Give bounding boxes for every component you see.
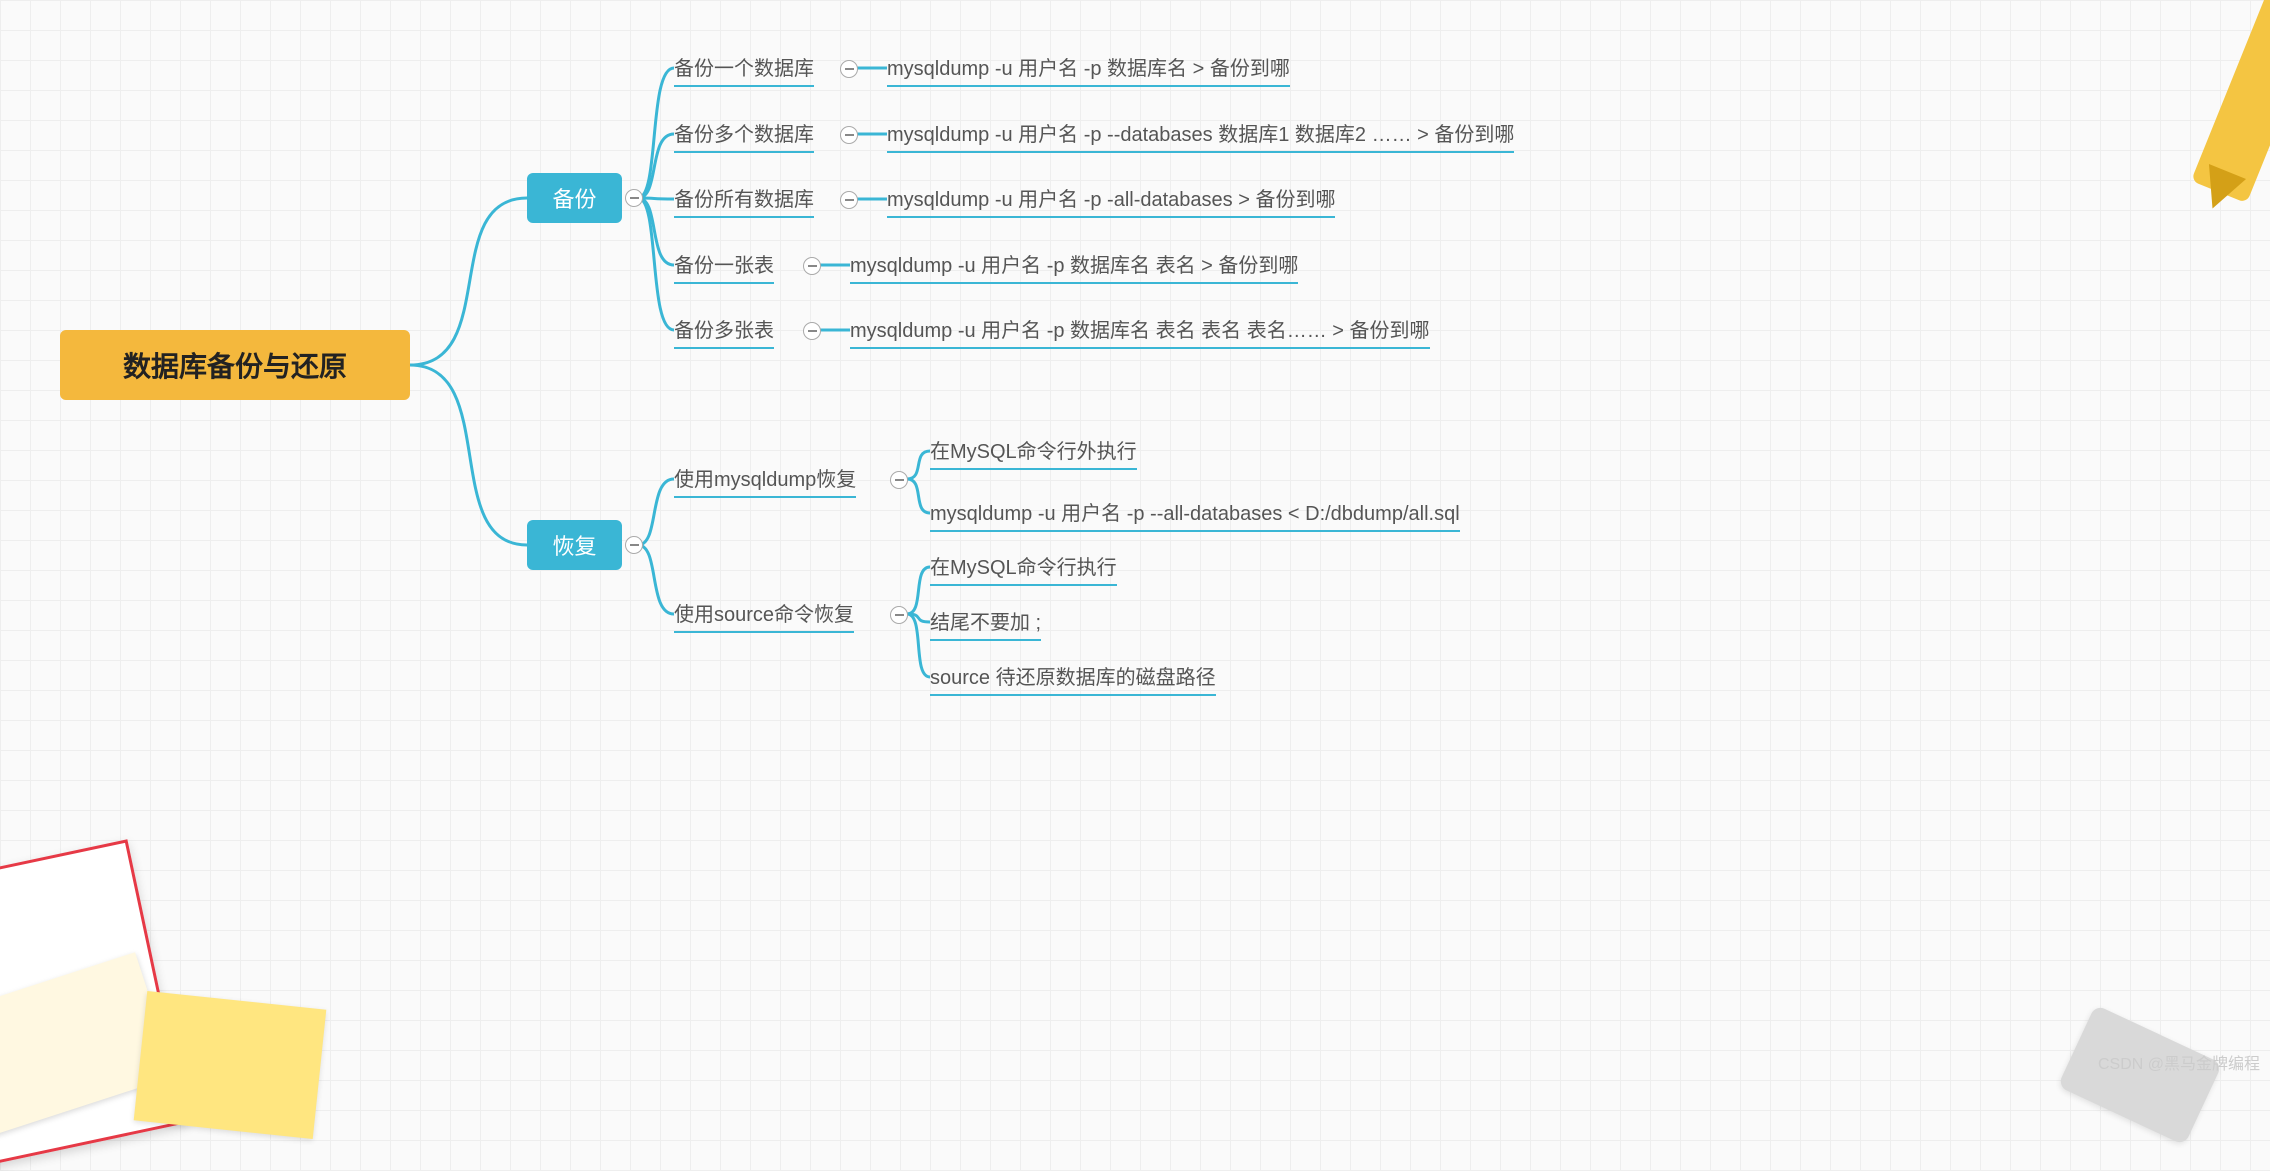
leaf-restore-mysqldump-sub1[interactable]: mysqldump -u 用户名 -p --all-databases < D:…	[930, 497, 1460, 532]
leaf-backup-all-db[interactable]: 备份所有数据库	[674, 183, 814, 218]
leaf-restore-source-sub1[interactable]: 结尾不要加 ;	[930, 606, 1041, 641]
collapse-toggle[interactable]	[803, 257, 821, 275]
collapse-toggle[interactable]	[840, 126, 858, 144]
decoration-eraser	[2058, 1005, 2223, 1146]
leaf-backup-all-db-cmd[interactable]: mysqldump -u 用户名 -p -all-databases > 备份到…	[887, 183, 1335, 218]
decoration-sticky-note-2	[134, 991, 327, 1139]
collapse-toggle[interactable]	[840, 60, 858, 78]
collapse-toggle[interactable]	[890, 606, 908, 624]
leaf-backup-multi-table[interactable]: 备份多张表	[674, 314, 774, 349]
leaf-backup-one-table[interactable]: 备份一张表	[674, 249, 774, 284]
leaf-backup-multi-db[interactable]: 备份多个数据库	[674, 118, 814, 153]
branch-restore[interactable]: 恢复	[527, 520, 622, 570]
leaf-backup-one-db[interactable]: 备份一个数据库	[674, 52, 814, 87]
collapse-toggle[interactable]	[803, 322, 821, 340]
collapse-toggle[interactable]	[625, 536, 643, 554]
collapse-toggle[interactable]	[890, 471, 908, 489]
collapse-toggle[interactable]	[840, 191, 858, 209]
collapse-toggle[interactable]	[625, 189, 643, 207]
branch-backup-label: 备份	[552, 182, 596, 214]
branch-backup[interactable]: 备份	[527, 173, 622, 223]
watermark-text: CSDN @黑马金牌编程	[2098, 1050, 2260, 1074]
root-title: 数据库备份与还原	[123, 345, 347, 385]
branch-restore-label: 恢复	[552, 529, 596, 561]
leaf-backup-multi-db-cmd[interactable]: mysqldump -u 用户名 -p --databases 数据库1 数据库…	[887, 118, 1514, 153]
leaf-restore-mysqldump-sub0[interactable]: 在MySQL命令行外执行	[930, 435, 1137, 470]
leaf-backup-one-db-cmd[interactable]: mysqldump -u 用户名 -p 数据库名 > 备份到哪	[887, 52, 1290, 87]
leaf-restore-mysqldump[interactable]: 使用mysqldump恢复	[674, 463, 856, 498]
leaf-restore-source-sub0[interactable]: 在MySQL命令行执行	[930, 551, 1117, 586]
connector-lines	[0, 0, 2270, 1080]
leaf-backup-one-table-cmd[interactable]: mysqldump -u 用户名 -p 数据库名 表名 > 备份到哪	[850, 249, 1298, 284]
leaf-backup-multi-table-cmd[interactable]: mysqldump -u 用户名 -p 数据库名 表名 表名 表名…… > 备份…	[850, 314, 1430, 349]
leaf-restore-source[interactable]: 使用source命令恢复	[674, 598, 854, 633]
leaf-restore-source-sub2[interactable]: source 待还原数据库的磁盘路径	[930, 661, 1216, 696]
mindmap-root[interactable]: 数据库备份与还原	[60, 330, 410, 400]
